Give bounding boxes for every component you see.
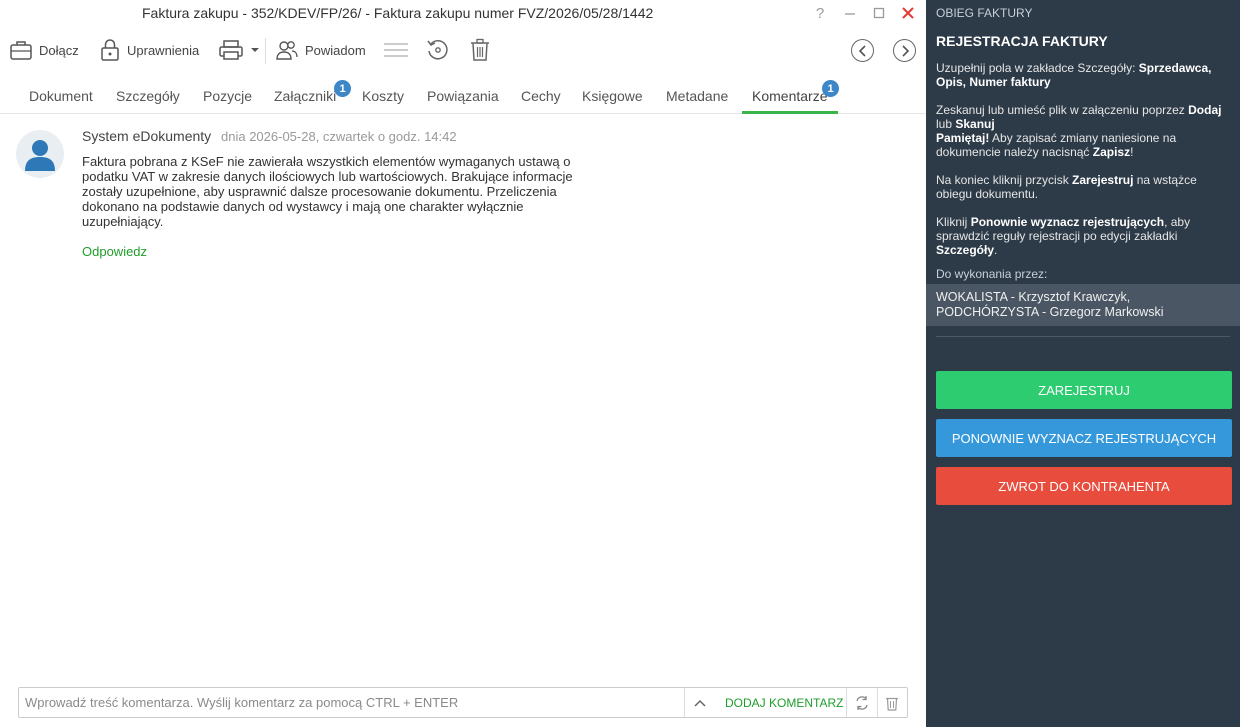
- comment-text: Faktura pobrana z KSeF nie zawierała wsz…: [82, 154, 573, 229]
- notify-button[interactable]: Powiadom: [275, 36, 366, 64]
- sidebar-section-title: OBIEG FAKTURY: [936, 6, 1033, 20]
- toolbar: Dołącz Uprawnienia Powiadom: [0, 30, 926, 70]
- tab-dokument[interactable]: Dokument: [29, 80, 93, 114]
- comment-input[interactable]: [25, 688, 681, 717]
- return-to-contractor-button[interactable]: ZWROT DO KONTRAHENTA: [936, 467, 1232, 505]
- comment-author: System eDokumenty: [82, 128, 212, 144]
- close-icon: [902, 7, 914, 19]
- tab-zalaczniki[interactable]: Załączniki: [274, 80, 336, 114]
- chevron-left-icon: [858, 44, 866, 57]
- workflow-sidebar: OBIEG FAKTURY REJESTRACJA FAKTURY Uzupeł…: [926, 0, 1240, 727]
- attach-label: Dołącz: [39, 42, 79, 58]
- permissions-label: Uprawnienia: [127, 42, 200, 58]
- delete-button[interactable]: [470, 36, 490, 64]
- comments-count-badge: 1: [822, 80, 839, 97]
- composer-divider: [846, 688, 847, 717]
- minimize-icon: [845, 13, 855, 15]
- assignees-list: WOKALISTA - Krzysztof Krawczyk, PODCHÓRZ…: [926, 284, 1240, 326]
- tab-pozycje[interactable]: Pozycje: [203, 80, 252, 114]
- clear-button[interactable]: [882, 694, 902, 712]
- menu-button[interactable]: [383, 36, 409, 64]
- attach-button[interactable]: Dołącz: [9, 36, 79, 64]
- sidebar-heading: REJESTRACJA FAKTURY: [936, 33, 1108, 49]
- trash-icon: [470, 38, 490, 62]
- chevron-down-icon[interactable]: [250, 46, 260, 54]
- refresh-icon: [856, 696, 868, 710]
- permissions-button[interactable]: Uprawnienia: [99, 36, 199, 64]
- instruction-fill-fields: Uzupełnij pola w zakładce Szczegóły: Spr…: [936, 61, 1212, 89]
- menu-icon: [383, 40, 409, 60]
- composer-divider: [877, 688, 878, 717]
- printer-icon: [218, 39, 244, 61]
- app-window: Faktura zakupu - 352/KDEV/FP/26/ - Faktu…: [0, 0, 1240, 727]
- notify-label: Powiadom: [305, 42, 366, 58]
- window-title: Faktura zakupu - 352/KDEV/FP/26/ - Faktu…: [142, 5, 654, 21]
- assignee-line: WOKALISTA - Krzysztof Krawczyk,: [936, 290, 1131, 304]
- active-tab-indicator: [742, 111, 838, 114]
- tab-powiazania[interactable]: Powiązania: [427, 80, 499, 114]
- people-icon: [275, 39, 299, 61]
- tab-bar: Dokument Szczegóły Pozycje Załączniki 1 …: [0, 80, 926, 114]
- add-comment-button[interactable]: DODAJ KOMENTARZ: [725, 696, 843, 710]
- comment-composer: DODAJ KOMENTARZ: [18, 687, 908, 718]
- previous-button[interactable]: [851, 39, 874, 62]
- sidebar-divider: [936, 336, 1230, 337]
- maximize-button[interactable]: [869, 3, 889, 23]
- refresh-button[interactable]: [852, 694, 872, 712]
- register-button[interactable]: ZAREJESTRUJ: [936, 371, 1232, 409]
- tab-szczegoly[interactable]: Szczegóły: [116, 80, 180, 114]
- lock-icon: [99, 38, 121, 62]
- close-button[interactable]: [898, 3, 918, 23]
- composer-divider: [684, 688, 685, 717]
- chevron-right-icon: [901, 44, 909, 57]
- comment-date: dnia 2026-05-28, czwartek o godz. 14:42: [221, 129, 457, 144]
- main-pane: Faktura zakupu - 352/KDEV/FP/26/ - Faktu…: [0, 0, 926, 727]
- tab-komentarze[interactable]: Komentarze: [752, 80, 827, 114]
- tab-koszty[interactable]: Koszty: [362, 80, 404, 114]
- print-button[interactable]: [218, 36, 260, 64]
- history-icon: [426, 38, 450, 62]
- instruction-attach-file: Zeskanuj lub umieść plik w załączeniu po…: [936, 103, 1222, 159]
- tab-cechy[interactable]: Cechy: [521, 80, 561, 114]
- assignee-line: PODCHÓRZYSTA - Grzegorz Markowski: [936, 305, 1164, 319]
- reply-link[interactable]: Odpowiedz: [82, 244, 147, 259]
- briefcase-icon: [9, 39, 33, 61]
- trash-icon: [886, 697, 898, 711]
- todo-label: Do wykonania przez:: [936, 267, 1048, 281]
- help-button[interactable]: ?: [810, 3, 830, 23]
- tab-metadane[interactable]: Metadane: [666, 80, 728, 114]
- tab-ksiegowe[interactable]: Księgowe: [582, 80, 643, 114]
- expand-button[interactable]: [691, 694, 709, 712]
- avatar: [16, 130, 64, 178]
- attachments-count-badge: 1: [334, 80, 351, 97]
- instruction-register: Na koniec kliknij przycisk Zarejestruj n…: [936, 173, 1197, 201]
- history-button[interactable]: [426, 36, 450, 64]
- toolbar-divider: [265, 38, 266, 64]
- reassign-registrars-button[interactable]: PONOWNIE WYZNACZ REJESTRUJĄCYCH: [936, 419, 1232, 457]
- next-button[interactable]: [893, 39, 916, 62]
- minimize-button[interactable]: [840, 3, 860, 23]
- user-icon: [25, 140, 55, 171]
- maximize-icon: [873, 7, 885, 19]
- title-bar: Faktura zakupu - 352/KDEV/FP/26/ - Faktu…: [0, 0, 926, 27]
- chevron-up-icon: [694, 699, 706, 707]
- instruction-reassign: Kliknij Ponownie wyznacz rejestrujących,…: [936, 215, 1191, 257]
